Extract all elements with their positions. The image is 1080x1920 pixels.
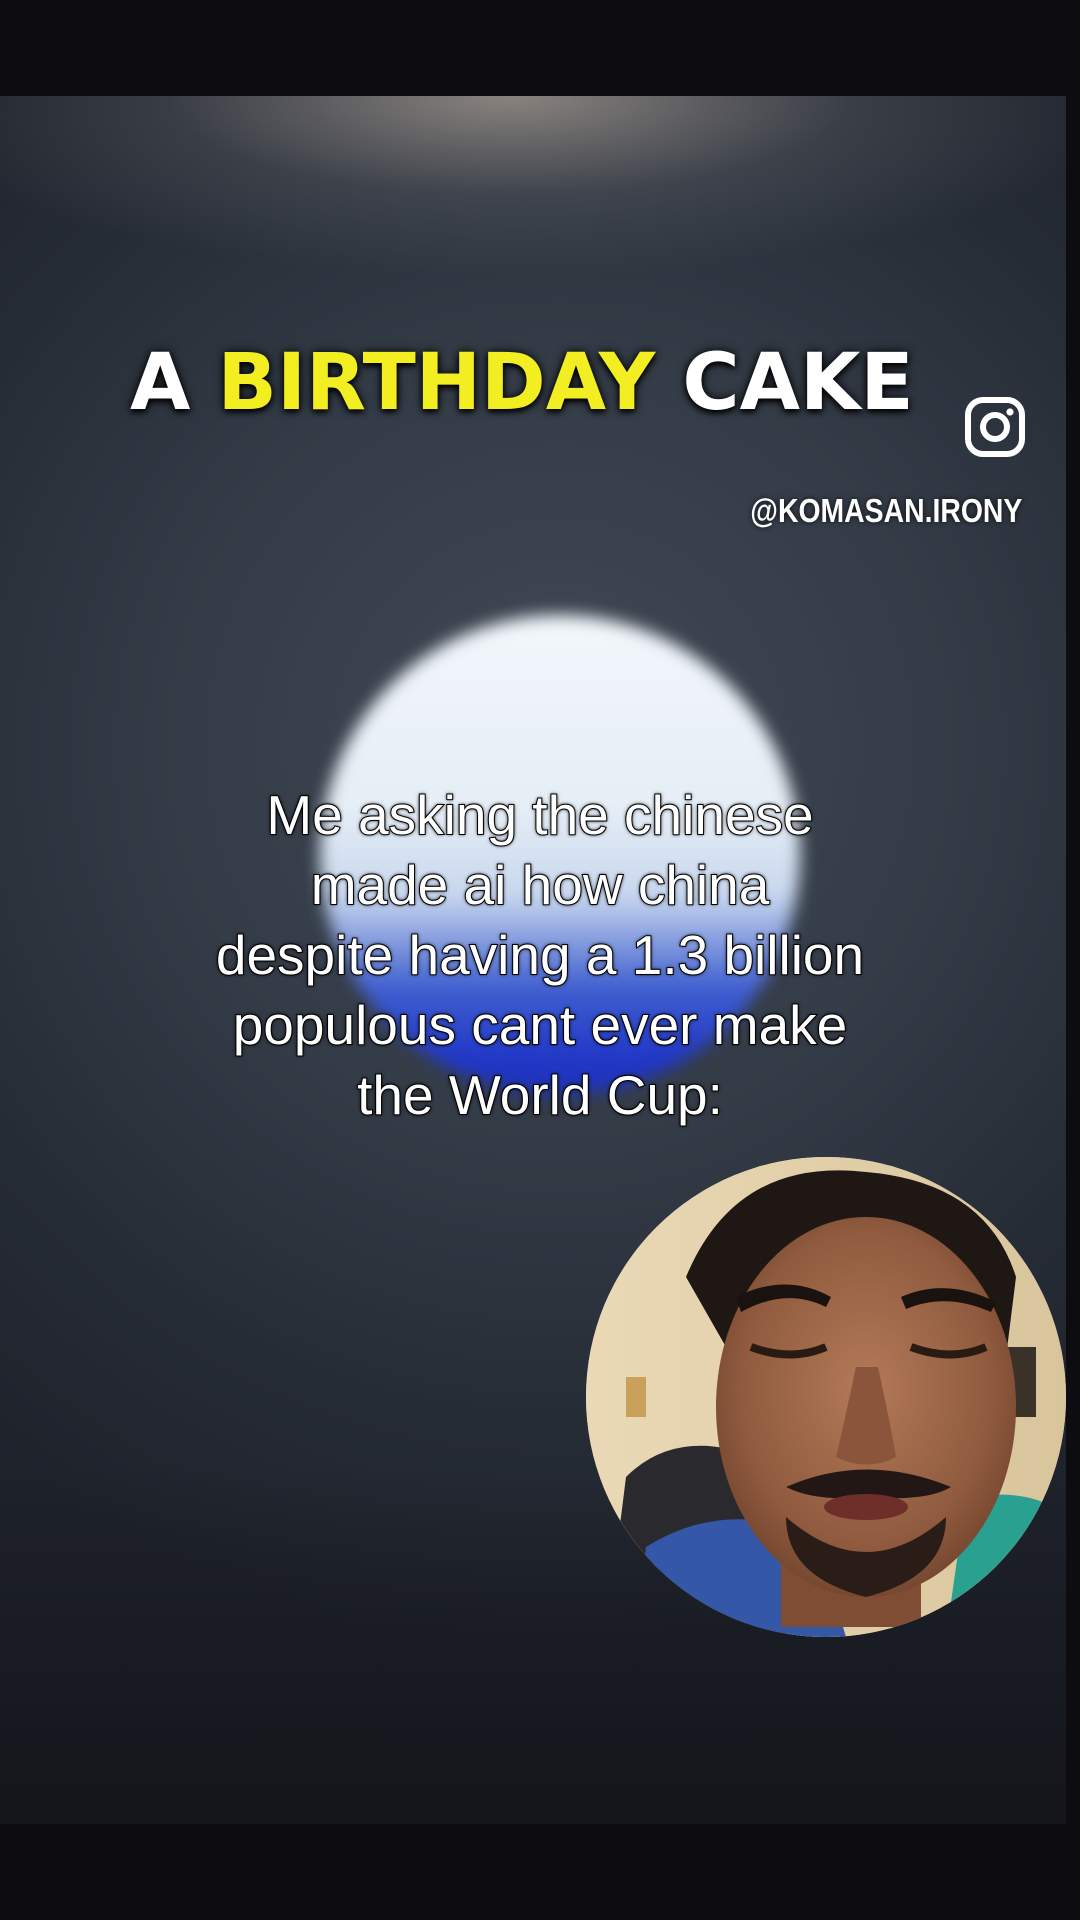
caption-line: populous cant ever make [232, 993, 849, 1057]
overlay-title: A BIRTHDAY CAKE [130, 338, 914, 428]
watermark-handle: @KOMASAN.IRONY [749, 492, 1022, 529]
caption-line: despite having a 1.3 billion [215, 923, 865, 987]
frame-edge [1066, 96, 1080, 1824]
instagram-icon [965, 397, 1025, 457]
face-cam-bubble [586, 1157, 1066, 1637]
caption-text: Me asking the chinese made ai how china … [140, 780, 940, 1130]
caption-line: made ai how china [310, 853, 771, 917]
video-frame: A BIRTHDAY CAKE @KOMASAN.IRONY Me asking… [0, 0, 1080, 1920]
title-word-2: BIRTHDAY [217, 338, 656, 428]
title-word-1: A [130, 338, 191, 428]
title-word-3: CAKE [682, 338, 914, 428]
person-face-avatar [586, 1157, 1066, 1637]
caption-line: Me asking the chinese [265, 783, 814, 847]
caption-line: the World Cup: [356, 1063, 724, 1127]
